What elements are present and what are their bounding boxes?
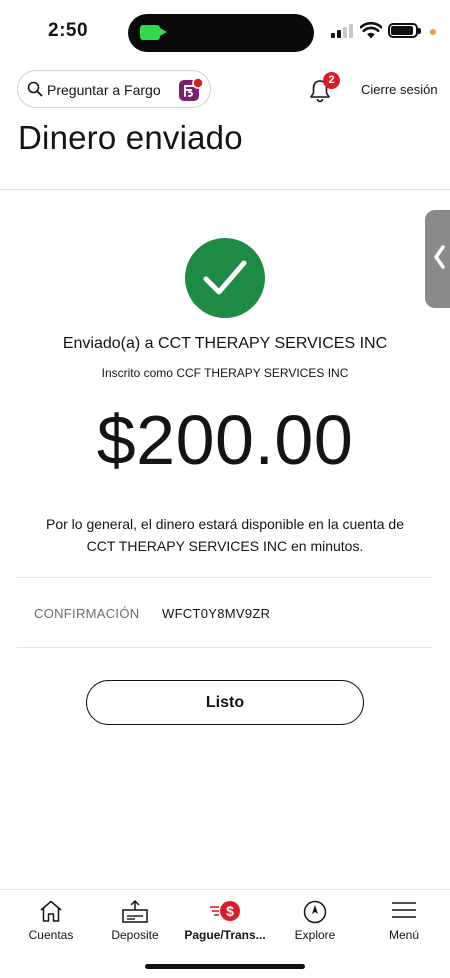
side-panel-tab[interactable] (425, 210, 450, 308)
dynamic-island (128, 14, 314, 52)
availability-message: Por lo general, el dinero estará disponi… (25, 513, 425, 557)
check-icon (203, 260, 247, 295)
nav-label: Cuentas (28, 928, 74, 942)
compass-icon (303, 900, 327, 924)
confirmation-label: CONFIRMACIÓN (34, 606, 140, 621)
nav-label: Deposite (111, 928, 159, 942)
menu-icon (392, 902, 416, 918)
chevron-left-icon (434, 245, 445, 269)
fargo-assistant-icon[interactable] (178, 77, 204, 103)
search-icon (27, 81, 43, 97)
header-divider (0, 189, 450, 190)
confirmation-number: WFCT0Y8MV9ZR (162, 606, 271, 621)
privacy-indicator-dot (430, 29, 436, 35)
deposit-icon (122, 900, 148, 923)
nav-item-explore[interactable]: Explore (270, 890, 360, 960)
ask-fargo-search[interactable]: Preguntar a Fargo (17, 70, 211, 108)
enrolled-name-line: Inscrito como CCF THERAPY SERVICES INC (101, 366, 349, 380)
notification-count-badge: 2 (323, 72, 340, 89)
signout-link[interactable]: Cierre sesión (361, 82, 438, 97)
home-indicator[interactable] (145, 964, 305, 969)
home-icon (40, 900, 62, 922)
nav-label: Explore (294, 928, 336, 942)
nav-item-menu[interactable]: Menú (359, 890, 449, 960)
nav-label: Pague/Trans... (184, 928, 266, 942)
nav-item-pay-transfer[interactable]: $ Pague/Trans... (180, 890, 270, 960)
status-bar: 2:50 (0, 0, 450, 62)
nav-item-deposit[interactable]: Deposite (90, 890, 180, 960)
battery-icon (388, 23, 421, 38)
availability-line-1: Por lo general, el dinero estará disponi… (45, 516, 405, 532)
divider (17, 647, 433, 648)
availability-line-2: CCT THERAPY SERVICES INC en minutos. (86, 538, 364, 554)
done-button[interactable]: Listo (86, 680, 364, 725)
wifi-icon (360, 22, 382, 39)
nav-label: Menú (388, 928, 420, 942)
recipient-line: Enviado(a) a CCT THERAPY SERVICES INC (62, 335, 388, 352)
cellular-signal-icon (331, 24, 355, 38)
search-placeholder: Preguntar a Fargo (47, 82, 161, 98)
pay-transfer-icon: $ (210, 901, 240, 921)
success-check-icon (185, 238, 265, 318)
svg-text:$: $ (226, 903, 234, 919)
status-time: 2:50 (48, 20, 89, 41)
sent-amount: $200.00 (96, 401, 354, 479)
nav-item-accounts[interactable]: Cuentas (6, 890, 96, 960)
divider (17, 577, 433, 578)
page-title: Dinero enviado (18, 119, 243, 156)
facetime-icon (140, 25, 167, 40)
